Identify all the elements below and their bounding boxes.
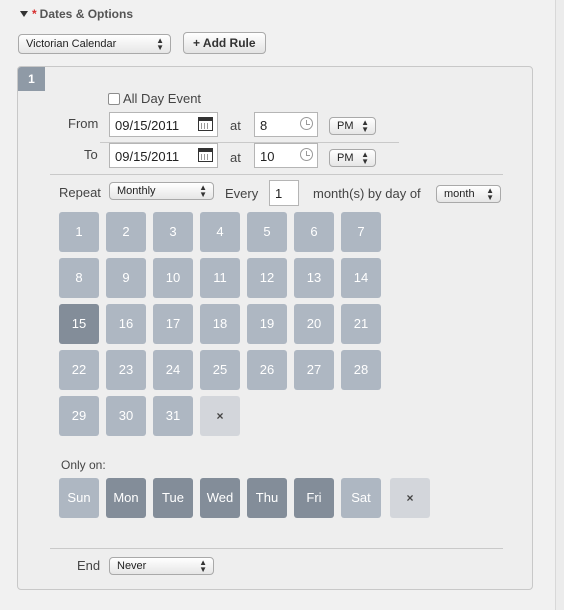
updown-arrows-icon: ▲ ▼: [361, 150, 369, 166]
day-tile-23[interactable]: 23: [106, 350, 146, 390]
weekday-sun[interactable]: Sun: [59, 478, 99, 518]
day-tile-16[interactable]: 16: [106, 304, 146, 344]
day-tile-29[interactable]: 29: [59, 396, 99, 436]
day-tile-21[interactable]: 21: [341, 304, 381, 344]
day-tile-9[interactable]: 9: [106, 258, 146, 298]
day-tile-28[interactable]: 28: [341, 350, 381, 390]
collapse-triangle-icon[interactable]: [20, 11, 28, 17]
day-tile-1[interactable]: 1: [59, 212, 99, 252]
updown-arrows-icon: ▲ ▼: [156, 36, 164, 52]
from-label: From: [68, 116, 99, 131]
clock-icon: [300, 148, 313, 161]
end-label: End: [77, 558, 101, 573]
weekday-tue[interactable]: Tue: [153, 478, 193, 518]
end-select-value: Never: [117, 560, 147, 572]
to-at-label: at: [230, 150, 241, 165]
day-tile-11[interactable]: 11: [200, 258, 240, 298]
to-date-input[interactable]: 09/15/2011: [109, 143, 218, 168]
day-tile-5[interactable]: 5: [247, 212, 287, 252]
clear-weekdays-x-icon[interactable]: ×: [390, 478, 430, 518]
weekday-thu[interactable]: Thu: [247, 478, 287, 518]
day-tile-10[interactable]: 10: [153, 258, 193, 298]
repeat-select[interactable]: Monthly ▲ ▼: [109, 182, 214, 200]
updown-arrows-icon: ▲ ▼: [486, 186, 494, 202]
to-hour-value: 10: [260, 149, 275, 164]
page: * Dates & Options Victorian Calendar ▲ ▼ …: [0, 0, 556, 610]
day-tile-26[interactable]: 26: [247, 350, 287, 390]
day-tile-31[interactable]: 31: [153, 396, 193, 436]
from-hour-input[interactable]: 8: [254, 112, 318, 137]
day-tile-13[interactable]: 13: [294, 258, 334, 298]
day-tile-18[interactable]: 18: [200, 304, 240, 344]
repeat-select-value: Monthly: [117, 185, 156, 197]
updown-arrows-icon: ▲ ▼: [199, 183, 207, 199]
day-tile-27[interactable]: 27: [294, 350, 334, 390]
to-date-value: 09/15/2011: [115, 149, 180, 164]
from-date-value: 09/15/2011: [115, 118, 180, 133]
day-tile-30[interactable]: 30: [106, 396, 146, 436]
calendar-select[interactable]: Victorian Calendar ▲ ▼: [18, 34, 171, 54]
clock-icon: [300, 117, 313, 130]
from-ampm-value: PM: [337, 120, 354, 132]
required-mark: *: [32, 7, 37, 21]
all-day-checkbox[interactable]: [108, 93, 120, 105]
day-tile-8[interactable]: 8: [59, 258, 99, 298]
interval-label: month(s) by day of: [313, 186, 421, 201]
every-input[interactable]: 1: [269, 180, 299, 206]
to-label: To: [84, 147, 98, 162]
end-select[interactable]: Never ▲ ▼: [109, 557, 214, 575]
by-select-value: month: [444, 188, 475, 200]
day-tile-7[interactable]: 7: [341, 212, 381, 252]
from-ampm-select[interactable]: PM ▲ ▼: [329, 117, 376, 135]
every-value: 1: [275, 186, 283, 201]
weekday-fri[interactable]: Fri: [294, 478, 334, 518]
weekday-wed[interactable]: Wed: [200, 478, 240, 518]
add-rule-button[interactable]: + Add Rule: [183, 32, 266, 54]
day-tile-24[interactable]: 24: [153, 350, 193, 390]
calendar-select-value: Victorian Calendar: [26, 38, 117, 50]
day-tile-4[interactable]: 4: [200, 212, 240, 252]
clear-days-x-icon[interactable]: ×: [200, 396, 240, 436]
to-ampm-select[interactable]: PM ▲ ▼: [329, 149, 376, 167]
day-tile-19[interactable]: 19: [247, 304, 287, 344]
to-ampm-value: PM: [337, 152, 354, 164]
day-tile-14[interactable]: 14: [341, 258, 381, 298]
day-tile-25[interactable]: 25: [200, 350, 240, 390]
to-hour-input[interactable]: 10: [254, 143, 318, 168]
calendar-icon[interactable]: [198, 117, 213, 131]
day-tile-22[interactable]: 22: [59, 350, 99, 390]
all-day-label: All Day Event: [123, 91, 202, 106]
section-title: Dates & Options: [39, 7, 134, 21]
calendar-icon[interactable]: [198, 148, 213, 162]
from-hour-value: 8: [260, 118, 268, 133]
day-tile-3[interactable]: 3: [153, 212, 193, 252]
weekday-mon[interactable]: Mon: [106, 478, 146, 518]
only-on-label: Only on:: [61, 458, 106, 472]
day-tile-12[interactable]: 12: [247, 258, 287, 298]
from-date-input[interactable]: 09/15/2011: [109, 112, 218, 137]
weekday-sat[interactable]: Sat: [341, 478, 381, 518]
day-tile-15[interactable]: 15: [59, 304, 99, 344]
day-tile-20[interactable]: 20: [294, 304, 334, 344]
repeat-divider: [50, 174, 503, 175]
updown-arrows-icon: ▲ ▼: [361, 118, 369, 134]
repeat-label: Repeat: [59, 185, 101, 200]
every-label: Every: [225, 186, 259, 201]
from-at-label: at: [230, 118, 241, 133]
by-select[interactable]: month ▲ ▼: [436, 185, 501, 203]
end-divider: [50, 548, 503, 549]
rule-number-badge: 1: [18, 67, 45, 91]
updown-arrows-icon: ▲ ▼: [199, 558, 207, 574]
day-tile-17[interactable]: 17: [153, 304, 193, 344]
section-header[interactable]: * Dates & Options: [20, 7, 133, 21]
day-tile-2[interactable]: 2: [106, 212, 146, 252]
day-tile-6[interactable]: 6: [294, 212, 334, 252]
